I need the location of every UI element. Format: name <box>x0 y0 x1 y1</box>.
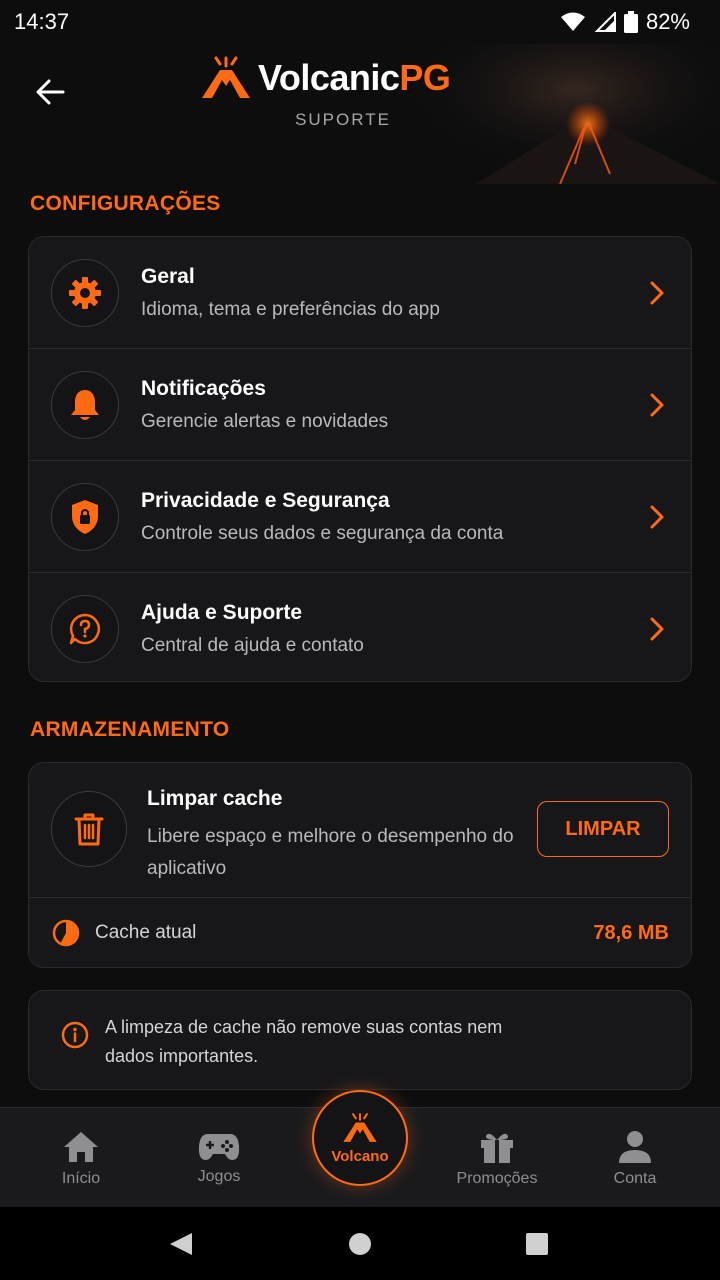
wifi-icon <box>560 12 585 31</box>
section-title-settings: CONFIGURAÇÕES <box>30 192 221 215</box>
gear-icon <box>69 277 101 309</box>
nav-label: Promoções <box>456 1170 538 1187</box>
battery-icon <box>623 11 638 33</box>
nav-item-volcano[interactable]: Volcano <box>312 1090 408 1186</box>
setting-title: Notificações <box>141 377 266 400</box>
volcano-logo-icon <box>202 56 250 98</box>
clear-cache-icon-circle <box>51 791 127 867</box>
settings-item-notifications[interactable]: Notificações Gerencie alertas e novidade… <box>29 349 691 461</box>
app-logo: VolcanicPG <box>200 56 451 100</box>
section-title-storage: ARMAZENAMENTO <box>30 718 230 741</box>
setting-subtitle: Central de ajuda e contato <box>141 635 364 656</box>
help-icon-circle <box>51 595 119 663</box>
current-cache-row: Cache atual 78,6 MB <box>29 898 691 968</box>
back-triangle-icon[interactable] <box>168 1231 194 1257</box>
nav-item-games[interactable]: Jogos <box>149 1108 289 1208</box>
status-time: 14:37 <box>14 9 70 34</box>
shield-lock-icon <box>72 500 98 534</box>
nav-item-home[interactable]: Início <box>11 1108 151 1208</box>
logo-accent: PG <box>399 57 451 98</box>
chevron-right-icon <box>650 281 664 305</box>
recents-square-icon[interactable] <box>524 1231 550 1257</box>
chevron-right-icon <box>650 393 664 417</box>
nav-label: Jogos <box>197 1168 241 1185</box>
logo-primary: Volcanic <box>258 57 400 98</box>
nav-label: Início <box>61 1170 101 1187</box>
notifications-icon-circle <box>51 371 119 439</box>
chevron-right-icon <box>650 617 664 641</box>
home-icon <box>64 1132 98 1162</box>
privacy-icon-circle <box>51 483 119 551</box>
info-text: A limpeza de cache não remove suas conta… <box>105 1017 503 1066</box>
clear-cache-title: Limpar cache <box>147 787 283 810</box>
nav-label: Conta <box>613 1170 657 1187</box>
gamepad-icon <box>198 1134 240 1160</box>
nav-item-account[interactable]: Conta <box>565 1108 705 1208</box>
storage-card: Limpar cache Libere espaço e melhore o d… <box>28 762 692 968</box>
status-bar: 14:37 82% <box>0 0 720 44</box>
settings-card: Geral Idioma, tema e preferências do app… <box>28 236 692 682</box>
chevron-right-icon <box>650 505 664 529</box>
info-icon <box>61 1021 89 1049</box>
home-circle-icon[interactable] <box>347 1231 373 1257</box>
clear-cache-description: Libere espaço e melhore o desempenho do … <box>147 826 514 879</box>
trash-icon <box>74 813 104 846</box>
nav-label: Volcano <box>331 1147 389 1165</box>
setting-subtitle: Controle seus dados e segurança da conta <box>141 523 504 544</box>
setting-title: Ajuda e Suporte <box>141 601 303 624</box>
setting-subtitle: Idioma, tema e preferências do app <box>141 299 440 320</box>
system-nav-bar <box>0 1207 720 1280</box>
setting-title: Privacidade e Segurança <box>141 489 390 512</box>
help-chat-icon <box>69 613 101 645</box>
bottom-nav: Início Jogos Volcano Promoções Conta <box>0 1090 720 1208</box>
current-cache-label: Cache atual <box>95 922 197 943</box>
clear-cache-button[interactable]: LIMPAR <box>537 801 669 857</box>
header-subtitle: SUPORTE <box>295 110 391 129</box>
battery-percent: 82% <box>645 9 690 34</box>
back-button[interactable] <box>30 72 70 112</box>
general-icon-circle <box>51 259 119 327</box>
gift-icon <box>481 1133 513 1163</box>
current-cache-value: 78,6 MB <box>593 921 669 944</box>
settings-item-general[interactable]: Geral Idioma, tema e preferências do app <box>29 237 691 349</box>
volcano-icon <box>343 1112 377 1142</box>
info-card: A limpeza de cache não remove suas conta… <box>28 990 692 1090</box>
header: VolcanicPG SUPORTE <box>0 44 720 184</box>
bell-icon <box>71 390 99 420</box>
user-icon <box>619 1131 651 1163</box>
status-icons: 82% <box>560 9 690 35</box>
settings-item-help[interactable]: Ajuda e Suporte Central de ajuda e conta… <box>29 573 691 685</box>
pie-chart-icon <box>52 919 80 947</box>
setting-subtitle: Gerencie alertas e novidades <box>141 411 389 432</box>
logo-text: VolcanicPG <box>258 57 451 99</box>
arrow-left-icon <box>36 79 65 105</box>
setting-title: Geral <box>141 265 195 288</box>
settings-item-privacy[interactable]: Privacidade e Segurança Controle seus da… <box>29 461 691 573</box>
cell-signal-icon <box>594 12 616 32</box>
nav-item-promotions[interactable]: Promoções <box>427 1108 567 1208</box>
